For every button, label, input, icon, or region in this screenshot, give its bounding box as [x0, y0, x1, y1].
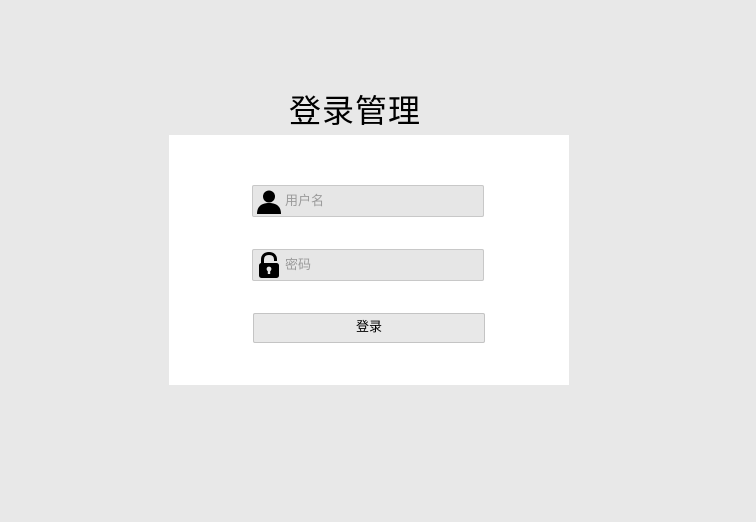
- password-field[interactable]: [252, 249, 484, 281]
- username-field[interactable]: [252, 185, 484, 217]
- login-button[interactable]: 登录: [253, 313, 485, 343]
- login-card: 登录: [169, 135, 569, 385]
- page-title: 登录管理: [288, 92, 421, 130]
- username-input[interactable]: [283, 186, 483, 216]
- password-input[interactable]: [283, 250, 483, 280]
- lock-icon: [259, 252, 279, 278]
- login-page: 登录管理 登录: [0, 0, 756, 522]
- user-icon: [257, 190, 281, 214]
